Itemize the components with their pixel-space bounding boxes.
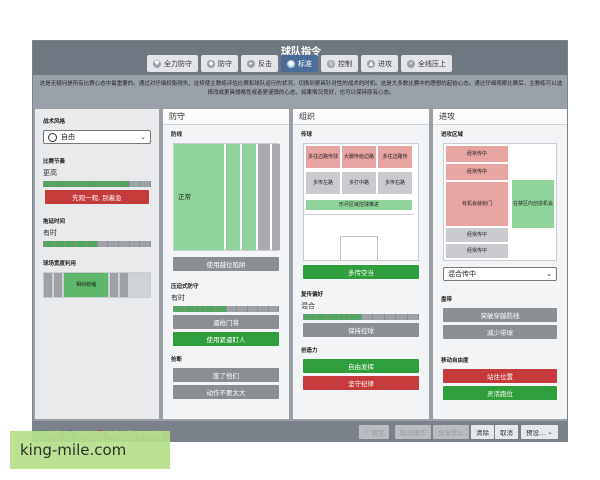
dribble-less-button[interactable]: 减少带球 <box>443 325 557 339</box>
time-wasting-value: 有时 <box>43 229 57 237</box>
tab-all-out-attack[interactable]: » 全线压上 <box>401 55 452 72</box>
attack-panel: 进攻 进攻区域 经常传中 经常传中 有机会就射门 在禁区内创造机会 经常传中 经… <box>433 109 567 419</box>
chevron-down-icon: ⌄ <box>546 270 552 278</box>
passing-style-value: 混合 <box>301 302 315 310</box>
mentality-style-dropdown[interactable]: 自由 ⌄ <box>43 130 151 144</box>
attack-zone-label: 进攻区域 <box>441 132 464 138</box>
pressing-label: 压迫式防守 <box>171 284 199 290</box>
hold-position-button[interactable]: 站住位置 <box>443 369 557 383</box>
check-icon: ✓ <box>364 428 370 436</box>
team-instructions-window: 球队指令 ♥ 全力防守 ◆ 防守 ▸ 反击 ● 标准 ◎ 控制 ▲ 进攻 » 全线压上 这是无… <box>32 40 568 442</box>
mentality-tabs: ♥ 全力防守 ◆ 防守 ▸ 反击 ● 标准 ◎ 控制 ▲ 进攻 » 全线压上 <box>147 55 452 72</box>
pressing-value: 有时 <box>171 294 185 302</box>
passing-style-label: 复传偏好 <box>301 292 324 298</box>
zone-box[interactable]: 多往边路传球 <box>306 146 340 168</box>
zone-box[interactable]: 多传右路 <box>378 172 412 194</box>
clear-button[interactable]: 清除 <box>471 425 494 439</box>
control-icon: ◎ <box>327 59 335 68</box>
tempo-conflict-button[interactable]: 先观一观, 别着急 <box>45 190 149 204</box>
zone-box[interactable]: 经常传中 <box>446 244 508 258</box>
organise-panel: 组织 传球 多往边路传球 大脚传给边路 多往边路传 多传左路 多打中路 多传右路… <box>293 109 429 419</box>
zone-box[interactable]: 经常传中 <box>446 146 508 162</box>
zone-box[interactable]: 大脚传给边路 <box>342 146 376 168</box>
tight-marking-button[interactable]: 使用紧逼盯人 <box>173 332 279 346</box>
reset-default-button[interactable]: 恢复默认 <box>433 425 469 439</box>
width-label: 球场宽度利用 <box>43 261 77 267</box>
mentality-description: 这是无疑问是所有比赛心态中最重要的。通过对仔细权衡得失，这将使主教练评估比赛和球… <box>39 81 563 96</box>
tab-standard[interactable]: ● 标准 <box>281 55 318 72</box>
tab-defensive[interactable]: ◆ 防守 <box>201 55 238 72</box>
tab-all-out-defence[interactable]: ♥ 全力防守 <box>147 55 198 72</box>
watermark-banner: king-mile.com <box>10 431 170 469</box>
tempo-value: 更高 <box>43 169 57 177</box>
creativity-label: 创造力 <box>301 348 318 354</box>
defence-title: 防守 <box>163 109 289 125</box>
attack-title: 进攻 <box>433 109 567 125</box>
offside-trap-button[interactable]: 使用越位陷阱 <box>173 257 279 271</box>
tempo-slider[interactable] <box>43 181 151 187</box>
stay-on-feet-button[interactable]: 动作不要太大 <box>173 385 279 399</box>
zone-box[interactable]: 在禁区内创造机会 <box>512 180 554 228</box>
presets-button[interactable]: 预设... ⌄ <box>521 425 558 439</box>
zone-box[interactable]: 经常传中 <box>446 164 508 180</box>
undo-button[interactable]: 取消操作 <box>395 425 431 439</box>
header-bar: 球队指令 ♥ 全力防守 ◆ 防守 ▸ 反击 ● 标准 ◎ 控制 ▲ 进攻 » 全线压上 <box>33 41 567 75</box>
all-out-icon: » <box>407 59 415 68</box>
gear-icon <box>48 132 57 142</box>
mentality-style-label: 战术风格 <box>43 119 66 125</box>
defensive-line-value: 正常 <box>174 144 224 250</box>
roam-button[interactable]: 灵活跑位 <box>443 386 557 400</box>
retain-possession-button[interactable]: 保持控球 <box>303 323 419 337</box>
defence-panel: 防守 防线 正常 使用越位陷阱 压迫式防守 有时 逼抢门将 使用紧逼盯人 抢断 … <box>163 109 289 419</box>
dribbling-label: 盘带 <box>441 297 453 303</box>
tab-attacking[interactable]: ▲ 进攻 <box>361 55 398 72</box>
zone-box[interactable]: 有机会就射门 <box>446 182 508 226</box>
chevron-down-icon: ⌄ <box>140 133 146 141</box>
get-stuck-in-button[interactable]: 废了他们 <box>173 368 279 382</box>
width-diagram[interactable]: 相对收缩 <box>43 272 151 298</box>
arrow-icon: ▸ <box>247 59 255 68</box>
zone-box[interactable]: 多传左路 <box>306 172 340 194</box>
time-wasting-slider[interactable] <box>43 241 151 247</box>
zone-box[interactable]: 形尽区域控球推进 <box>306 200 412 210</box>
zone-box[interactable]: 多打中路 <box>342 172 376 194</box>
more-discipline-button[interactable]: 坚守纪律 <box>303 376 419 390</box>
press-goalkeeper-button[interactable]: 逼抢门将 <box>173 315 279 329</box>
creative-freedom-button[interactable]: 自由发挥 <box>303 359 419 373</box>
crossing-dropdown[interactable]: 混合传中 ⌄ <box>443 267 557 281</box>
penalty-box <box>340 236 378 260</box>
passing-zone-diagram[interactable]: 多往边路传球 大脚传给边路 多往边路传 多传左路 多打中路 多传右路 形尽区域控… <box>303 143 419 261</box>
attack-zone-diagram[interactable]: 经常传中 经常传中 有机会就射门 在禁区内创造机会 经常传中 经常传中 <box>443 143 557 261</box>
tab-counter[interactable]: ▸ 反击 <box>241 55 278 72</box>
heart-icon: ♥ <box>153 59 161 68</box>
ball-icon: ● <box>287 59 295 68</box>
defensive-line-label: 防线 <box>171 132 183 138</box>
confirm-button[interactable]: ✓ 确定 <box>359 425 390 439</box>
passing-style-slider[interactable] <box>303 314 419 320</box>
cancel-button[interactable]: 取消 <box>495 425 518 439</box>
defensive-line-diagram[interactable]: 正常 <box>173 143 280 251</box>
attack-icon: ▲ <box>367 59 375 68</box>
play-into-space-button[interactable]: 多传空当 <box>303 265 419 279</box>
shield-icon: ◆ <box>207 59 215 68</box>
tackling-label: 抢断 <box>171 357 183 363</box>
organise-title: 组织 <box>293 109 429 125</box>
chevron-down-icon: ⌄ <box>547 428 553 436</box>
tempo-label: 比赛节奏 <box>43 159 66 165</box>
time-wasting-label: 拖延时间 <box>43 219 66 225</box>
pressing-slider[interactable] <box>173 306 279 312</box>
width-value: 相对收缩 <box>64 273 108 297</box>
zone-box[interactable]: 经常传中 <box>446 228 508 242</box>
tab-control[interactable]: ◎ 控制 <box>321 55 358 72</box>
movement-label: 移动自由度 <box>441 358 469 364</box>
zone-box[interactable]: 多往边路传 <box>378 146 412 168</box>
run-at-defence-button[interactable]: 突破穿越防线 <box>443 308 557 322</box>
passing-label: 传球 <box>301 132 313 138</box>
general-settings-panel: 战术风格 自由 ⌄ 比赛节奏 更高 先观一观, 别着急 拖延时间 有时 球场宽度… <box>35 109 159 419</box>
